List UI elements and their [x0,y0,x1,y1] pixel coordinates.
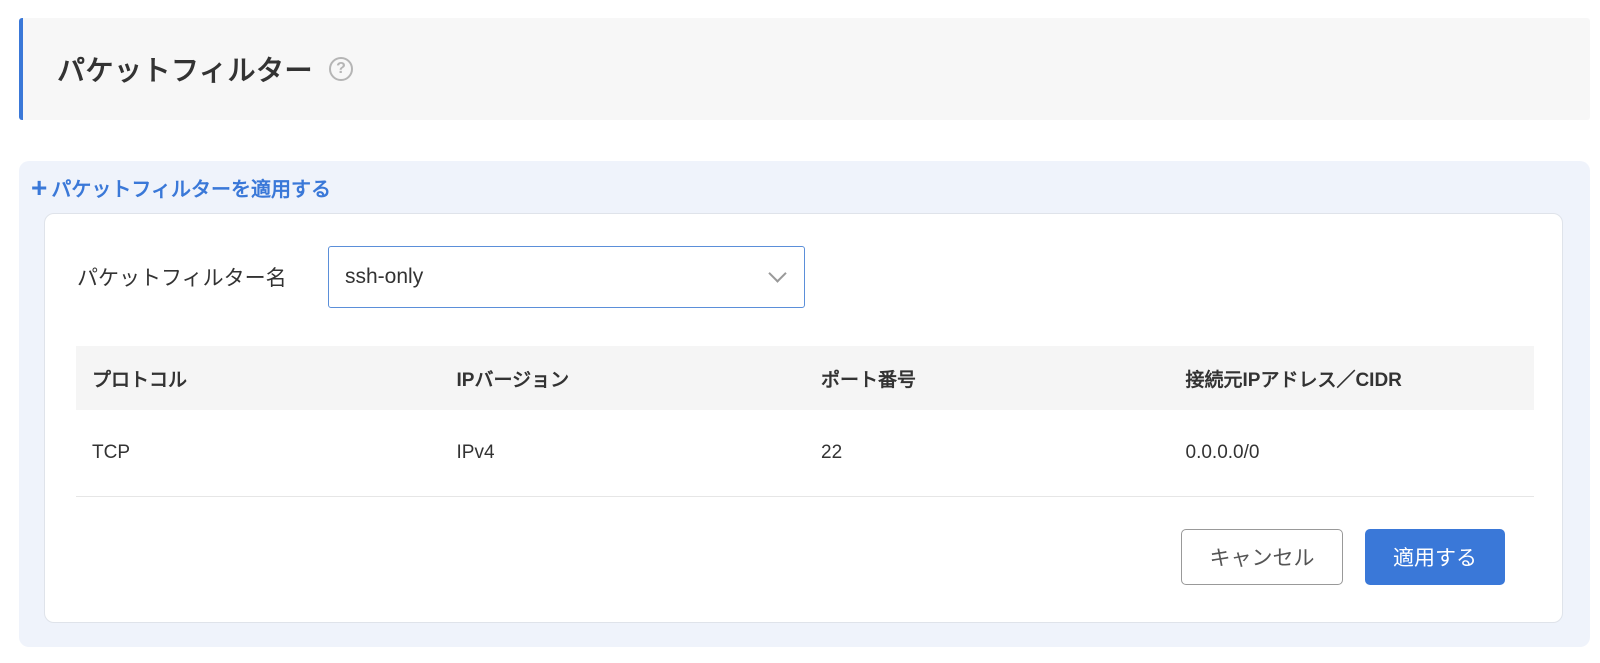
cell-ip-version: IPv4 [456,442,495,463]
page: パケットフィルター ? + パケットフィルターを適用する パケットフィルター名 … [0,0,1600,663]
filter-name-value: ssh-only [345,265,424,288]
apply-packet-filter-label: パケットフィルターを適用する [51,179,331,201]
cell-source-cidr: 0.0.0.0/0 [1185,442,1260,463]
cancel-button[interactable]: キャンセル [1181,529,1343,585]
packet-filter-card: パケットフィルター名 ssh-only プロトコル IPバージョン ポート番号 … [44,213,1563,623]
column-header-ip-version: IPバージョン [456,369,570,391]
page-header: パケットフィルター ? [19,18,1590,120]
page-title: パケットフィルター [57,55,313,86]
column-header-port: ポート番号 [821,369,917,391]
help-icon[interactable]: ? [328,57,353,81]
apply-button[interactable]: 適用する [1365,529,1505,585]
packet-filter-panel: + パケットフィルターを適用する パケットフィルター名 ssh-only プロト… [19,161,1590,647]
filter-name-label: パケットフィルター名 [77,267,287,290]
plus-icon: + [31,171,48,203]
filter-name-select[interactable]: ssh-only [328,246,805,308]
table-row: TCP IPv4 22 0.0.0.0/0 [76,410,1534,497]
cell-port: 22 [821,442,843,463]
column-header-protocol: プロトコル [92,369,188,391]
chevron-down-icon [768,264,787,283]
column-header-source-cidr: 接続元IPアドレス／CIDR [1185,369,1402,391]
cell-protocol: TCP [92,442,130,463]
rules-table: プロトコル IPバージョン ポート番号 接続元IPアドレス／CIDR TCP I… [76,346,1534,497]
table-header-row: プロトコル IPバージョン ポート番号 接続元IPアドレス／CIDR [76,346,1534,410]
apply-packet-filter-link[interactable]: + パケットフィルターを適用する [31,173,331,202]
